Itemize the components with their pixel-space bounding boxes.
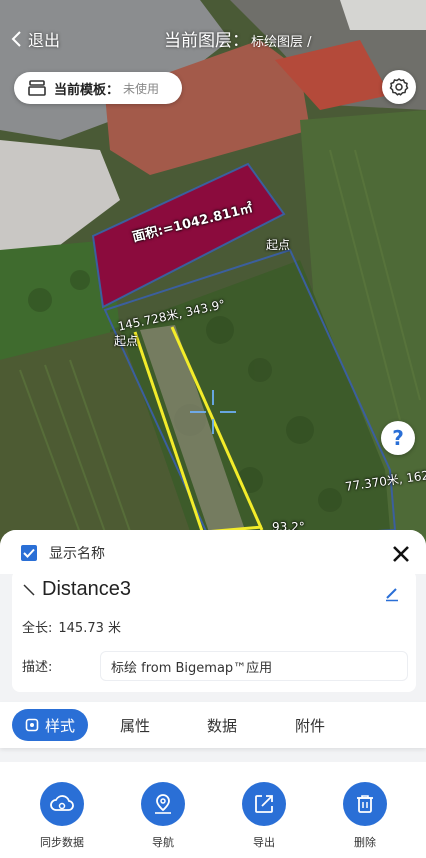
template-label: 当前模板： <box>54 82 120 98</box>
show-name-checkbox[interactable]: 显示名称 <box>21 543 105 563</box>
close-button[interactable] <box>389 542 413 566</box>
pencil-icon <box>386 588 398 602</box>
description-label: 描述: <box>22 660 53 675</box>
back-label: 退出 <box>28 31 61 50</box>
start-point-label-line: 起点 <box>114 334 139 348</box>
feature-name: Distance3 <box>42 578 131 600</box>
style-icon <box>25 718 39 732</box>
export-icon <box>242 782 286 826</box>
feature-name-row: Distance3 <box>22 578 131 601</box>
layers-icon <box>28 80 46 96</box>
feature-info-card: Distance3 全长: 145.73 米 描述: 标绘 from Bigem… <box>12 570 416 692</box>
tab-style-label: 样式 <box>44 716 75 735</box>
settings-button[interactable] <box>382 70 416 104</box>
tab-attachments[interactable]: 附件 <box>295 715 325 736</box>
action-bar: 同步数据 导航 导出 删除 <box>0 762 426 858</box>
template-selector[interactable]: 当前模板： 未使用 <box>14 72 182 104</box>
start-point-label: 起点 <box>266 238 291 252</box>
tab-style[interactable]: 样式 <box>12 709 88 741</box>
navigate-label: 导航 <box>152 836 174 849</box>
page-title: 当前图层： 标绘图层 / <box>164 26 312 51</box>
trash-icon <box>343 782 387 826</box>
checkbox-checked-icon <box>21 545 37 561</box>
chevron-left-icon <box>11 31 21 47</box>
sync-data-label: 同步数据 <box>40 836 84 849</box>
layer-title: 当前图层： <box>164 31 249 51</box>
export-button[interactable]: 导出 <box>229 782 299 850</box>
show-name-label: 显示名称 <box>49 546 105 562</box>
cloud-sync-icon <box>40 782 84 826</box>
length-label: 全长: <box>22 621 53 636</box>
description-field[interactable]: 标绘 from Bigemap™应用 <box>100 651 408 681</box>
delete-button[interactable]: 删除 <box>330 782 400 850</box>
feature-detail-sheet: 显示名称 Distance3 全长: 145.73 米 描述: 标绘 from … <box>0 530 426 858</box>
length-row: 全长: 145.73 米 <box>22 617 121 636</box>
delete-label: 删除 <box>354 836 376 849</box>
help-button[interactable]: ? <box>381 421 415 455</box>
close-icon <box>393 546 409 562</box>
line-feature-icon <box>23 583 35 596</box>
tab-data[interactable]: 数据 <box>207 715 237 736</box>
question-icon: ? <box>392 426 404 450</box>
gear-icon <box>389 78 409 96</box>
map-pin-icon <box>141 782 185 826</box>
export-label: 导出 <box>253 836 275 849</box>
template-value: 未使用 <box>123 81 160 96</box>
edit-name-button[interactable] <box>384 586 400 606</box>
sheet-header: 显示名称 <box>0 530 426 574</box>
length-value: 145.73 米 <box>58 621 122 636</box>
sync-data-button[interactable]: 同步数据 <box>27 782 97 850</box>
tab-attributes[interactable]: 属性 <box>120 715 150 736</box>
detail-tabs: 样式 属性 数据 附件 <box>0 702 426 748</box>
layer-path[interactable]: 标绘图层 / <box>251 31 312 50</box>
navigate-button[interactable]: 导航 <box>128 782 198 850</box>
back-button[interactable]: 退出 <box>10 24 60 54</box>
